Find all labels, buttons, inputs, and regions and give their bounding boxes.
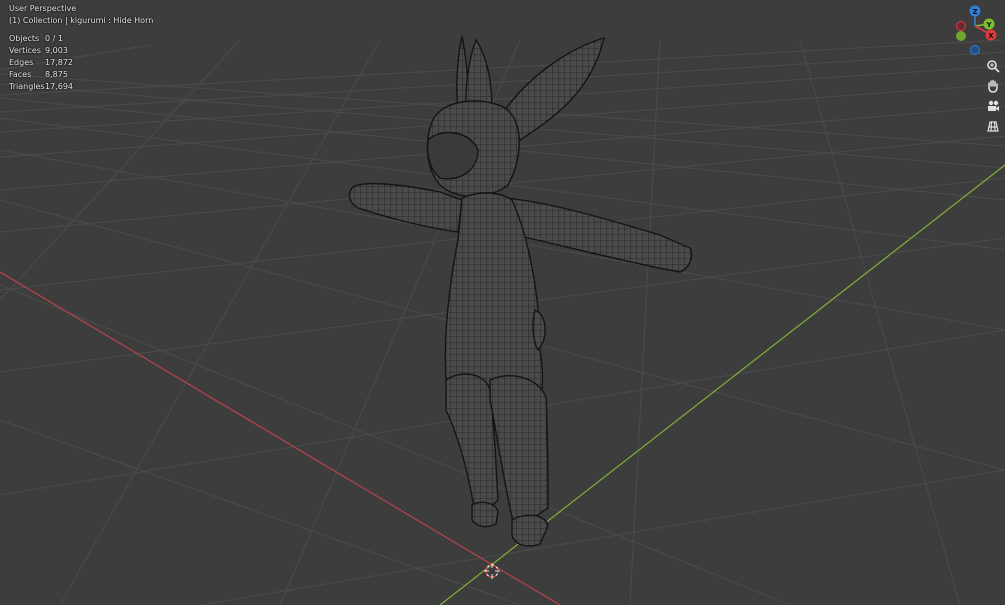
ortho-toggle-button[interactable]: [984, 117, 1002, 135]
camera-view-button[interactable]: [984, 97, 1002, 115]
stat-row-edges: Edges 17,872: [9, 58, 73, 67]
kigurumi-mesh[interactable]: [348, 35, 693, 547]
3d-viewport[interactable]: User Perspective (1) Collection | kiguru…: [0, 0, 1005, 605]
gizmo-x[interactable]: X: [985, 29, 997, 41]
svg-text:Y: Y: [985, 21, 992, 29]
pan-button[interactable]: [984, 77, 1002, 95]
stat-row-objects: Objects 0 / 1: [9, 34, 63, 43]
context-label: (1) Collection | kigurumi : Hide Horn: [9, 16, 154, 25]
navigation-gizmo[interactable]: Z Y X: [950, 4, 1000, 56]
camera-view-icon: [988, 100, 999, 111]
stat-row-triangles: Triangles 17,694: [9, 82, 73, 91]
view-mode-label: User Perspective: [9, 4, 77, 13]
gizmo-y[interactable]: Y: [983, 18, 995, 30]
gizmo-z[interactable]: Z: [969, 5, 981, 17]
pan-hand-icon: [988, 79, 998, 93]
gizmo-neg-x[interactable]: [956, 21, 966, 31]
zoom-icon: [987, 60, 1000, 73]
scene-statistics: Objects 0 / 1 Vertices 9,003 Edges 17,87…: [9, 33, 73, 93]
stat-row-vertices: Vertices 9,003: [9, 46, 68, 55]
svg-text:Z: Z: [972, 8, 977, 16]
gizmo-neg-z[interactable]: [970, 45, 980, 55]
viewport-info: User Perspective (1) Collection | kiguru…: [9, 3, 153, 27]
3d-cursor[interactable]: [484, 563, 500, 579]
ortho-grid-icon: [987, 121, 999, 132]
viewport-scene[interactable]: [0, 0, 1005, 605]
stat-row-faces: Faces 8,875: [9, 70, 68, 79]
zoom-button[interactable]: [984, 57, 1002, 75]
svg-text:X: X: [988, 32, 994, 40]
gizmo-neg-y[interactable]: [956, 31, 966, 41]
